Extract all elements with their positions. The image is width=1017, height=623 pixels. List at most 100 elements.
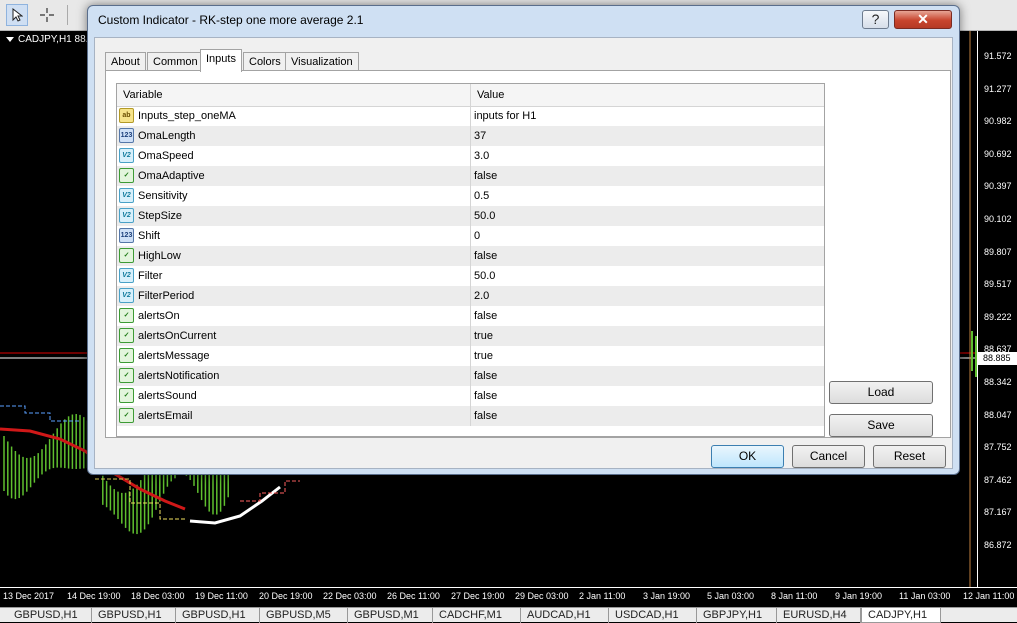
time-axis: 13 Dec 2017 14 Dec 19:00 18 Dec 03:00 19 De… [0,587,1017,607]
time-label: 20 Dec 19:00 [259,591,313,601]
chart-tab[interactable]: GBPUSD,H1 [176,608,260,623]
load-button[interactable]: Load [829,381,933,404]
param-row[interactable]: V2 Filter 50.0 [117,266,824,286]
param-name-cell: V2 Filter [117,266,471,286]
param-name: OmaAdaptive [138,170,205,182]
chart-tab[interactable]: GBPUSD,M5 [260,608,348,623]
cancel-button[interactable]: Cancel [792,445,865,468]
param-row[interactable]: ✓ alertsSound false [117,386,824,406]
param-name: alertsSound [138,390,197,402]
save-button[interactable]: Save [829,414,933,437]
param-name: alertsMessage [138,350,210,362]
param-value[interactable]: false [471,366,824,386]
chart-tab[interactable]: GBPUSD,M1 [348,608,433,623]
param-value[interactable]: false [471,306,824,326]
tab-inputs[interactable]: Inputs [200,49,242,72]
cursor-icon[interactable] [6,4,28,26]
param-name-cell: V2 StepSize [117,206,471,226]
price-label: 91.277 [984,83,1012,94]
toolbar-separator [67,5,68,25]
bool-type-icon: ✓ [119,328,134,343]
time-label: 8 Jan 11:00 [771,591,818,601]
reset-button[interactable]: Reset [873,445,946,468]
price-label: 88.637 [984,344,1012,355]
param-value[interactable]: 0.5 [471,186,824,206]
param-row[interactable]: V2 OmaSpeed 3.0 [117,146,824,166]
param-value[interactable]: false [471,406,824,426]
tab-about[interactable]: About [105,52,146,71]
dbl-type-icon: V2 [119,188,134,203]
help-button[interactable]: ? [862,10,889,29]
param-value[interactable]: 3.0 [471,146,824,166]
bool-type-icon: ✓ [119,308,134,323]
chart-tab[interactable]: GBPJPY,H1 [697,608,777,623]
dbl-type-icon: V2 [119,288,134,303]
bool-type-icon: ✓ [119,388,134,403]
param-name: Sensitivity [138,190,188,202]
chart-tab[interactable]: CADCHF,M1 [433,608,521,623]
chart-tab[interactable]: USDCAD,H1 [609,608,697,623]
param-row[interactable]: 123 Shift 0 [117,226,824,246]
param-value[interactable]: true [471,326,824,346]
chart-tab[interactable]: GBPUSD,H1 [92,608,176,623]
parameters-grid[interactable]: Variable Value ab Inputs_step_oneMA inputs… [116,83,825,437]
price-label: 90.397 [984,181,1012,192]
param-row[interactable]: ✓ alertsEmail false [117,406,824,426]
param-value[interactable]: true [471,346,824,366]
price-label: 87.462 [984,474,1012,485]
tab-colors[interactable]: Colors [243,52,287,71]
time-label: 22 Dec 03:00 [323,591,377,601]
param-name-cell: 123 OmaLength [117,126,471,146]
tab-common[interactable]: Common [147,52,204,71]
param-row[interactable]: V2 Sensitivity 0.5 [117,186,824,206]
close-button[interactable]: ✕ [894,10,952,29]
bool-type-icon: ✓ [119,368,134,383]
price-label: 87.167 [984,507,1012,518]
param-row[interactable]: ✓ alertsOn false [117,306,824,326]
param-value[interactable]: false [471,166,824,186]
bool-type-icon: ✓ [119,248,134,263]
int-type-icon: 123 [119,128,134,143]
param-value[interactable]: inputs for H1 [471,106,824,126]
tab-visualization[interactable]: Visualization [285,52,359,71]
price-label: 87.752 [984,442,1012,453]
time-label: 5 Jan 03:00 [707,591,755,601]
chart-tab[interactable]: GBPUSD,H1 [8,608,92,623]
param-name-cell: V2 FilterPeriod [117,286,471,306]
param-row[interactable]: V2 StepSize 50.0 [117,206,824,226]
param-row[interactable]: ✓ OmaAdaptive false [117,166,824,186]
param-row[interactable]: ab Inputs_step_oneMA inputs for H1 [117,106,824,126]
param-name-cell: ✓ alertsNotification [117,366,471,386]
pink-step-line [240,480,300,502]
time-label: 27 Dec 19:00 [451,591,505,601]
param-row[interactable]: ✓ HighLow false [117,246,824,266]
param-row[interactable]: ✓ alertsMessage true [117,346,824,366]
time-label: 13 Dec 2017 [3,591,55,601]
bool-type-icon: ✓ [119,348,134,363]
param-value[interactable]: 37 [471,126,824,146]
ok-button[interactable]: OK [711,445,784,468]
param-value[interactable]: false [471,386,824,406]
param-name: alertsOn [138,310,180,322]
crosshair-icon[interactable] [36,4,58,26]
column-header-value[interactable]: Value [471,84,824,106]
param-name-cell: ✓ alertsEmail [117,406,471,426]
param-row[interactable]: 123 OmaLength 37 [117,126,824,146]
param-value[interactable]: 50.0 [471,266,824,286]
time-label: 12 Jan 11:00 [963,591,1015,601]
param-value[interactable]: 50.0 [471,206,824,226]
param-value[interactable]: false [471,246,824,266]
chart-tab[interactable]: AUDCAD,H1 [521,608,609,623]
chart-tab[interactable]: EURUSD,H4 [777,608,861,623]
column-header-variable[interactable]: Variable [117,84,471,106]
param-value[interactable]: 2.0 [471,286,824,306]
price-label: 90.102 [984,214,1012,224]
time-label: 19 Dec 11:00 [195,591,248,601]
param-row[interactable]: ✓ alertsOnCurrent true [117,326,824,346]
param-row[interactable]: V2 FilterPeriod 2.0 [117,286,824,306]
price-label: 88.047 [984,409,1012,420]
param-name: FilterPeriod [138,290,195,302]
chart-tab[interactable]: CADJPY,H1 [861,608,941,623]
param-row[interactable]: ✓ alertsNotification false [117,366,824,386]
param-value[interactable]: 0 [471,226,824,246]
